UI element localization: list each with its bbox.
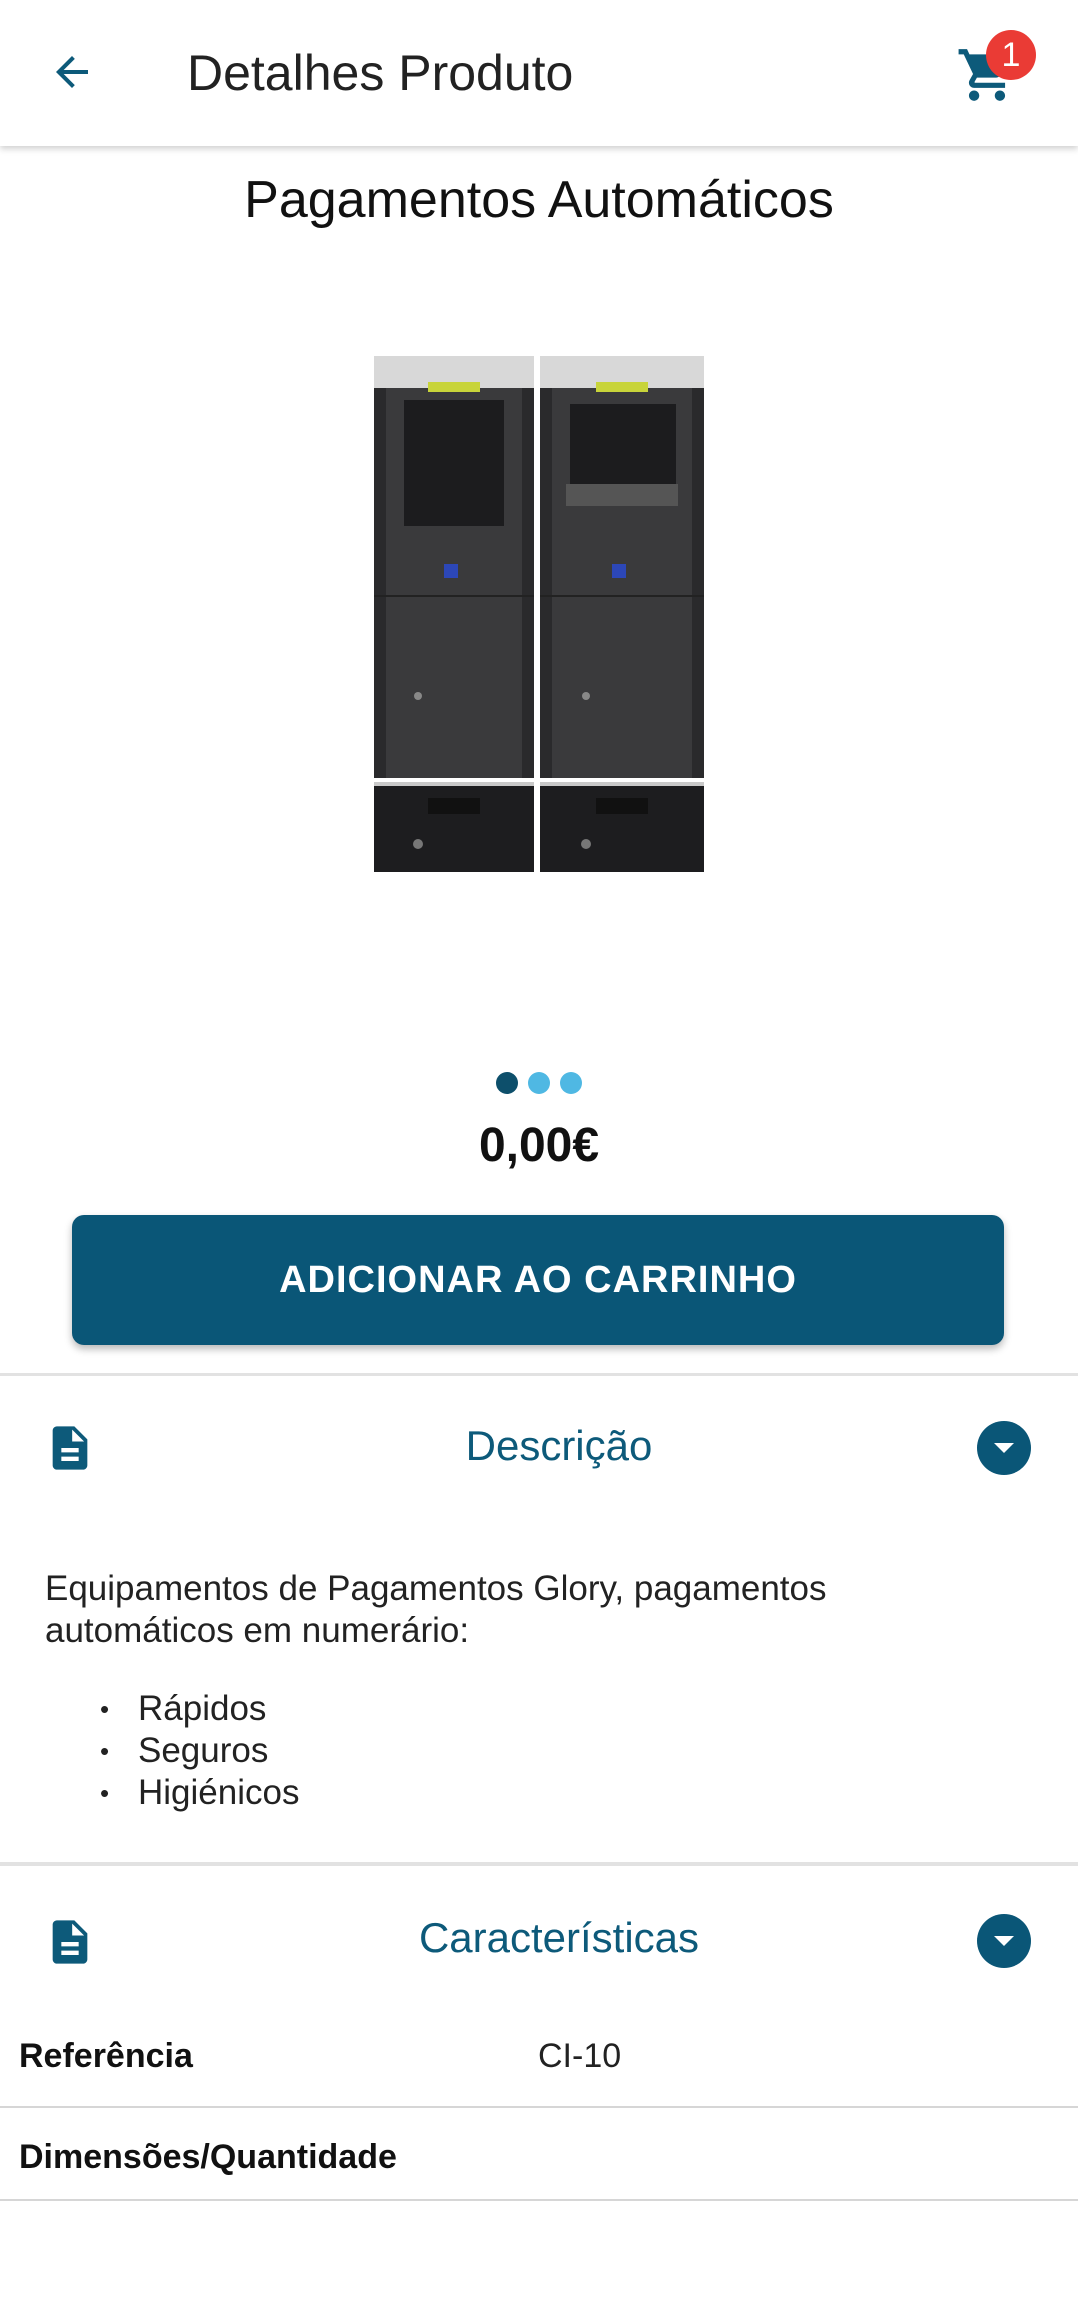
list-item: Higiénicos: [96, 1772, 299, 1814]
divider: [0, 1373, 1078, 1376]
back-button[interactable]: [40, 40, 104, 104]
arrow-left-icon: [56, 56, 88, 88]
product-price: 0,00€: [478, 1119, 600, 1172]
divider: [0, 1862, 1078, 1866]
characteristic-label: Referência: [19, 2037, 193, 2075]
product-image[interactable]: [370, 352, 708, 946]
characteristic-value: CI-10: [538, 2037, 622, 2075]
description-toggle[interactable]: [977, 1421, 1031, 1475]
page-title: Detalhes Produto: [187, 45, 574, 101]
carousel-dot-1[interactable]: [496, 1072, 518, 1094]
machine-right: [540, 356, 704, 872]
carousel-dot-3[interactable]: [560, 1072, 582, 1094]
characteristics-toggle[interactable]: [977, 1914, 1031, 1968]
description-bullet-list: Rápidos Seguros Higiénicos: [96, 1688, 299, 1814]
row-divider: [0, 2106, 1078, 2108]
carousel-indicator: [0, 1072, 1078, 1094]
app-bar: Detalhes Produto 1: [0, 0, 1078, 146]
description-text: Equipamentos de Pagamentos Glory, pagame…: [45, 1569, 827, 1650]
list-item: Rápidos: [96, 1688, 299, 1730]
add-to-cart-button[interactable]: ADICIONAR AO CARRINHO: [72, 1215, 1004, 1345]
row-divider: [0, 2199, 1078, 2201]
characteristics-header[interactable]: Características: [0, 1914, 1078, 1962]
cart-count-badge: 1: [986, 30, 1036, 80]
product-title: Pagamentos Automáticos: [244, 171, 834, 229]
description-header[interactable]: Descrição: [0, 1422, 1078, 1470]
characteristic-label: Dimensões/Quantidade: [19, 2138, 397, 2176]
chevron-down-icon: [994, 1443, 1014, 1453]
chevron-down-icon: [994, 1936, 1014, 1946]
carousel-dot-2[interactable]: [528, 1072, 550, 1094]
machine-left: [374, 356, 534, 872]
list-item: Seguros: [96, 1730, 299, 1772]
